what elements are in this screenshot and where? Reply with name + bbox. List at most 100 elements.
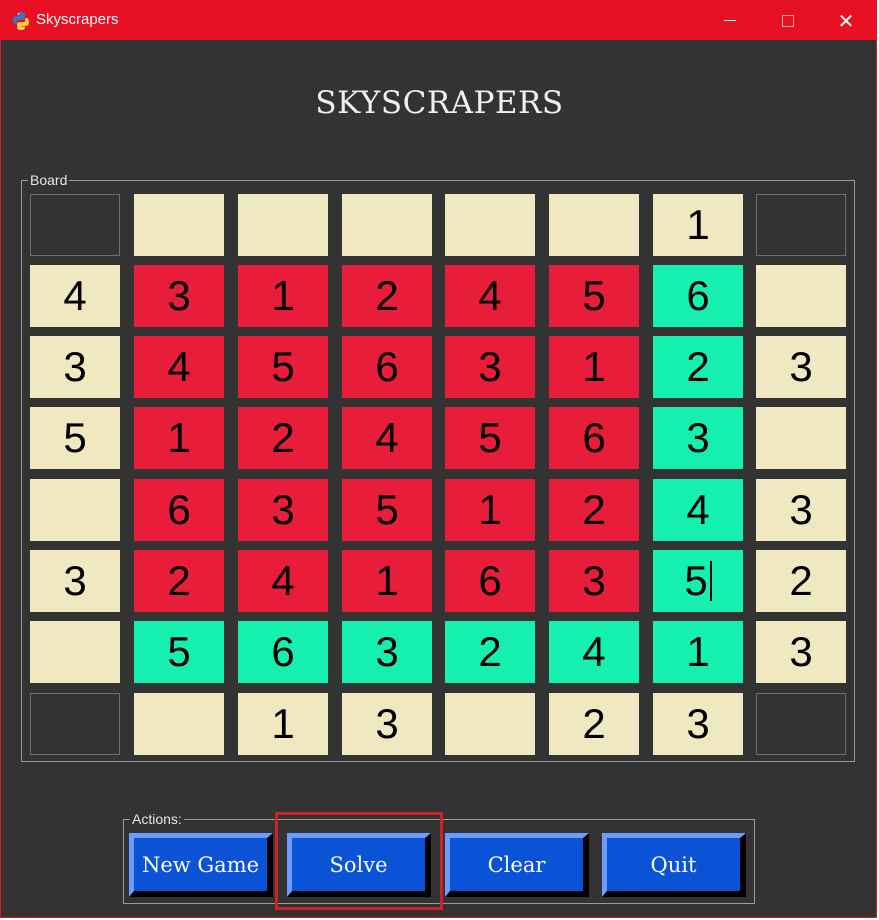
board-label: Board (28, 171, 70, 189)
left-clue-2: 3 (30, 336, 120, 398)
window-title: Skyscrapers (36, 11, 119, 28)
grid-cell-r3-c6[interactable]: 3 (653, 407, 743, 469)
grid-cell-r4-c2[interactable]: 3 (238, 479, 328, 541)
cell-value: 5 (478, 414, 502, 461)
bottom-clue-6: 3 (653, 693, 743, 755)
cell-value: 3 (686, 414, 710, 461)
cell-value: 4 (271, 557, 295, 604)
cell-value: 3 (789, 343, 813, 390)
cell-value: 3 (375, 628, 399, 675)
grid-cell-r3-c3[interactable]: 4 (342, 407, 432, 469)
grid-cell-r2-c4[interactable]: 3 (445, 336, 535, 398)
clear-button[interactable]: Clear (445, 833, 589, 897)
right-clue-4: 3 (756, 479, 846, 541)
cell-value: 6 (478, 557, 502, 604)
grid-cell-r6-c5[interactable]: 4 (549, 621, 639, 683)
top-clue-6: 1 (653, 194, 743, 256)
cell-value: 4 (375, 414, 399, 461)
right-clue-5: 2 (756, 550, 846, 612)
grid-cell-r4-c4[interactable]: 1 (445, 479, 535, 541)
grid-cell-r6-c1[interactable]: 5 (134, 621, 224, 683)
grid-cell-r1-c3[interactable]: 2 (342, 265, 432, 327)
quit-button[interactable]: Quit (602, 833, 746, 897)
grid-cell-r4-c5[interactable]: 2 (549, 479, 639, 541)
cell-value: 5 (167, 628, 191, 675)
grid-cell-r1-c6[interactable]: 6 (653, 265, 743, 327)
grid-cell-r2-c2[interactable]: 5 (238, 336, 328, 398)
cell-value: 2 (686, 343, 710, 390)
right-clue-1 (756, 265, 846, 327)
cell-value: 5 (271, 343, 295, 390)
top-clue-3 (342, 194, 432, 256)
right-clue-2: 3 (756, 336, 846, 398)
cell-value: 2 (271, 414, 295, 461)
grid-cell-r3-c4[interactable]: 5 (445, 407, 535, 469)
cell-value: 2 (167, 557, 191, 604)
grid-cell-r4-c3[interactable]: 5 (342, 479, 432, 541)
top-clue-1 (134, 194, 224, 256)
grid-cell-r5-c4[interactable]: 6 (445, 550, 535, 612)
cell-value: 2 (582, 486, 606, 533)
bottom-clue-1 (134, 693, 224, 755)
python-logo-icon (13, 12, 29, 30)
grid-cell-r3-c5[interactable]: 6 (549, 407, 639, 469)
grid-cell-r5-c5[interactable]: 3 (549, 550, 639, 612)
grid-cell-r2-c3[interactable]: 6 (342, 336, 432, 398)
top-clue-4 (445, 194, 535, 256)
grid-cell-r1-c1[interactable]: 3 (134, 265, 224, 327)
left-clue-6 (30, 621, 120, 683)
grid-cell-r6-c6[interactable]: 1 (653, 621, 743, 683)
cell-value: 1 (167, 414, 191, 461)
cell-value: 1 (582, 343, 606, 390)
grid-cell-r2-c6[interactable]: 2 (653, 336, 743, 398)
cell-value: 1 (375, 557, 399, 604)
cell-value: 2 (478, 628, 502, 675)
board-corner (756, 194, 846, 256)
grid-cell-r3-c1[interactable]: 1 (134, 407, 224, 469)
bottom-clue-2: 1 (238, 693, 328, 755)
board-corner (30, 693, 120, 755)
grid-cell-r6-c2[interactable]: 6 (238, 621, 328, 683)
cell-value: 3 (271, 486, 295, 533)
grid-cell-r6-c3[interactable]: 3 (342, 621, 432, 683)
solve-highlight-box (275, 812, 443, 910)
maximize-button[interactable] (759, 1, 817, 40)
grid-cell-r1-c5[interactable]: 5 (549, 265, 639, 327)
grid-cell-r5-c1[interactable]: 2 (134, 550, 224, 612)
grid-cell-r5-c3[interactable]: 1 (342, 550, 432, 612)
maximize-icon (782, 14, 794, 27)
grid-cell-r5-c2[interactable]: 4 (238, 550, 328, 612)
board-corner (756, 693, 846, 755)
title-bar[interactable]: Skyscrapers ✕ (1, 1, 876, 40)
cell-value: 3 (789, 486, 813, 533)
close-icon: ✕ (837, 8, 855, 33)
cell-value: 2 (375, 272, 399, 319)
cell-value: 1 (478, 486, 502, 533)
cell-value: 3 (63, 557, 87, 604)
grid-cell-r2-c1[interactable]: 4 (134, 336, 224, 398)
cell-value: 6 (375, 343, 399, 390)
left-clue-1: 4 (30, 265, 120, 327)
grid-cell-r6-c4[interactable]: 2 (445, 621, 535, 683)
grid-cell-r5-c6[interactable]: 5 (653, 550, 743, 612)
right-clue-6: 3 (756, 621, 846, 683)
grid-cell-r4-c1[interactable]: 6 (134, 479, 224, 541)
minimize-button[interactable] (701, 1, 759, 40)
cell-value: 3 (375, 700, 399, 747)
grid-cell-r2-c5[interactable]: 1 (549, 336, 639, 398)
cell-value: 3 (167, 272, 191, 319)
new-game-button[interactable]: New Game (129, 833, 273, 897)
cell-value: 4 (63, 272, 87, 319)
cell-value: 2 (789, 557, 813, 604)
cell-value: 3 (686, 700, 710, 747)
bottom-clue-3: 3 (342, 693, 432, 755)
cell-value: 6 (582, 414, 606, 461)
grid-cell-r1-c2[interactable]: 1 (238, 265, 328, 327)
grid-cell-r4-c6[interactable]: 4 (653, 479, 743, 541)
cell-value: 1 (271, 272, 295, 319)
grid-cell-r1-c4[interactable]: 4 (445, 265, 535, 327)
cell-value: 2 (582, 700, 606, 747)
grid-cell-r3-c2[interactable]: 2 (238, 407, 328, 469)
close-button[interactable]: ✕ (817, 1, 875, 40)
bottom-clue-4 (445, 693, 535, 755)
